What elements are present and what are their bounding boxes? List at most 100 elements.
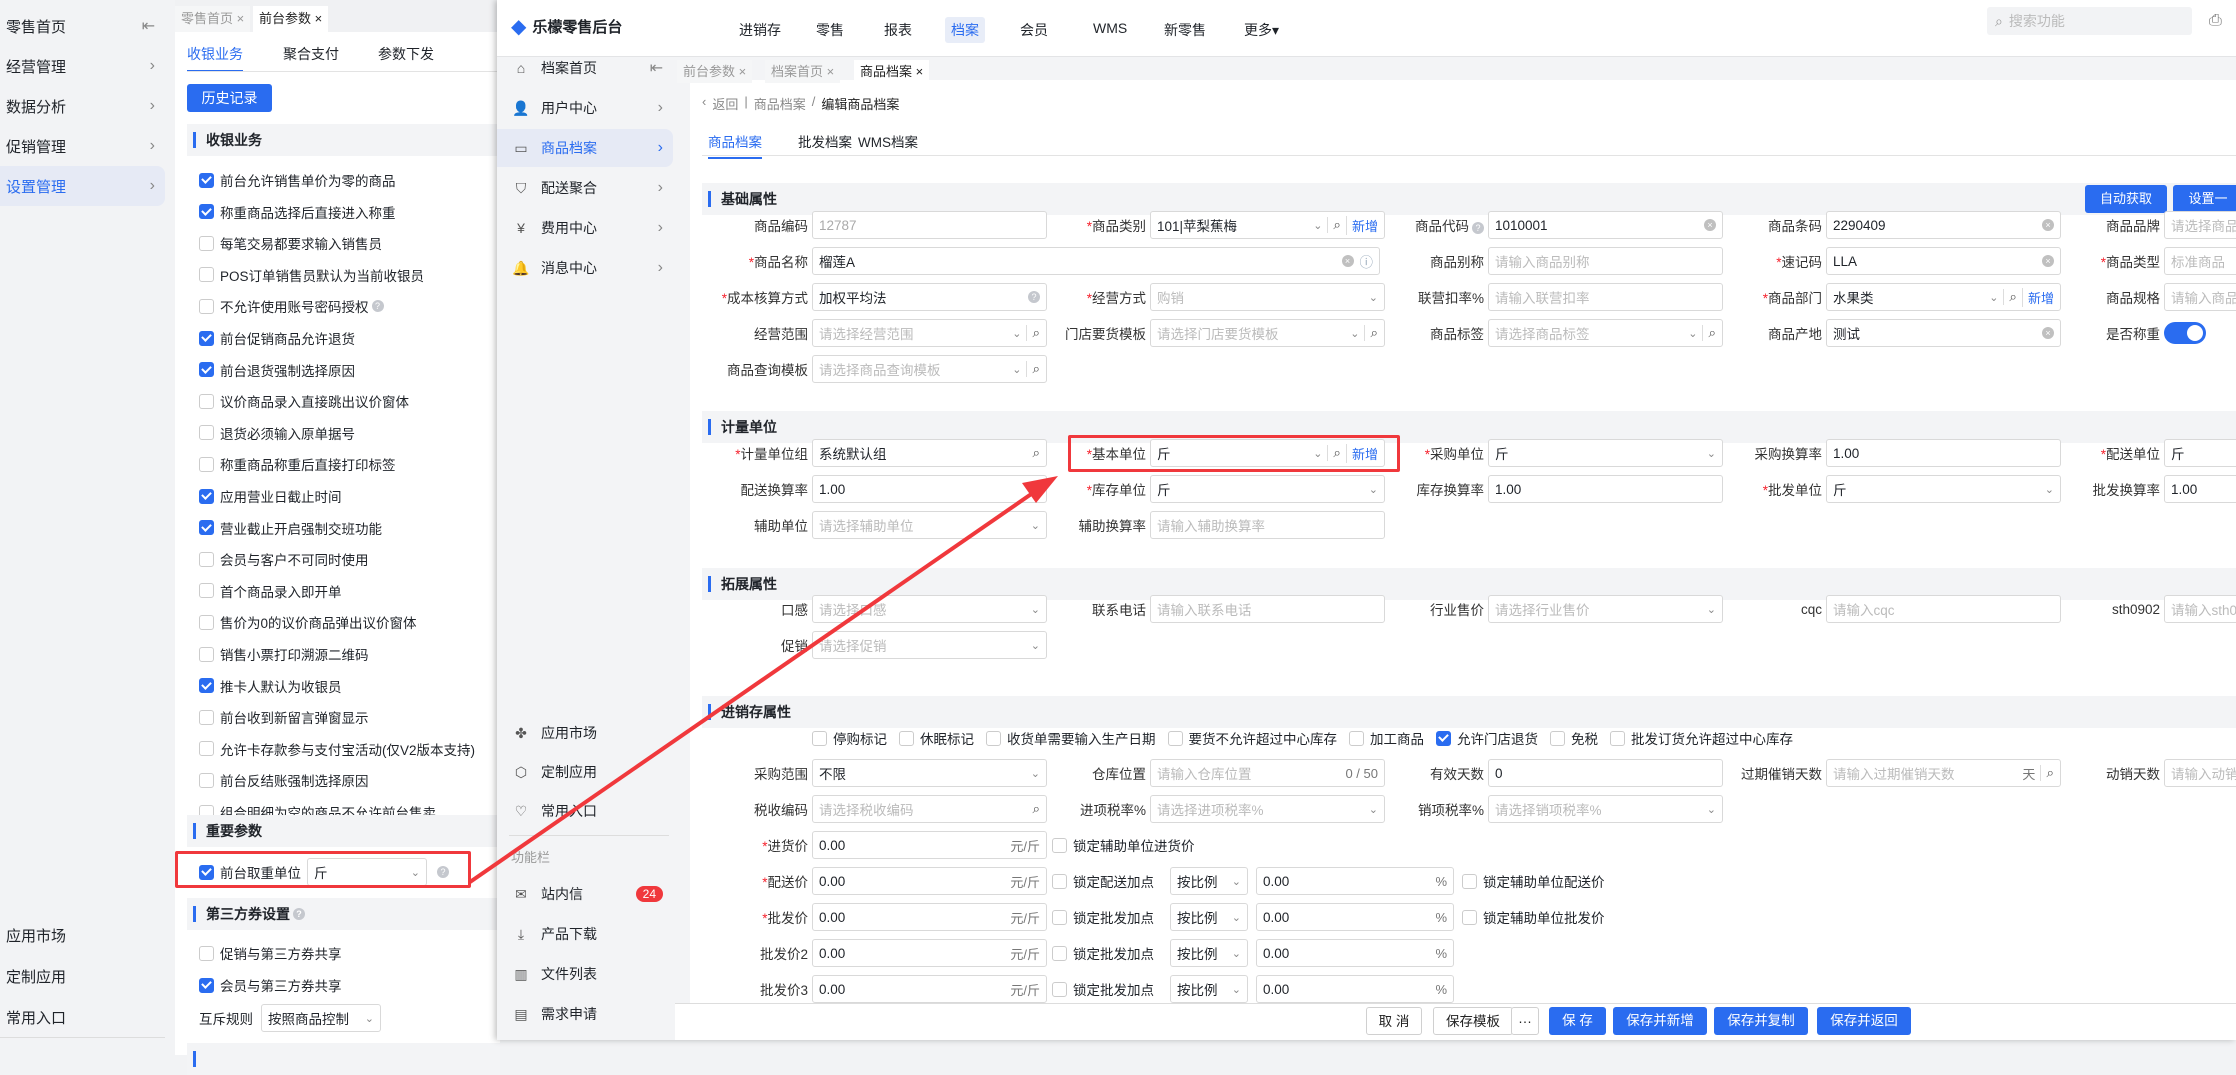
search-icon[interactable]: ⌕ xyxy=(2040,765,2054,781)
top-nav-item[interactable]: 新零售 xyxy=(1158,17,1212,43)
clear-icon[interactable]: × xyxy=(2042,327,2054,339)
flag-checkbox[interactable]: 收货单需要输入生产日期 xyxy=(986,728,1156,748)
checkbox-unchecked[interactable] xyxy=(1052,945,1067,961)
field-input[interactable]: 请选择行业售价 ⌄ xyxy=(1488,595,1723,623)
save-and-copy-button[interactable]: 保存并复制 xyxy=(1714,1007,1808,1035)
field-input[interactable]: 请输入sth0902 xyxy=(2164,595,2236,623)
chevron-down-icon[interactable]: ⌄ xyxy=(1031,767,1040,780)
field-input[interactable]: 请选择门店要货模板 ⌄ ⌕ xyxy=(1150,319,1385,347)
markup-percent-input[interactable]: 0.00% xyxy=(1256,975,1454,1003)
chevron-down-icon[interactable]: ⌄ xyxy=(1313,447,1322,460)
top-nav-item[interactable]: 更多▾ xyxy=(1238,17,1285,43)
flag-checkbox[interactable]: 加工商品 xyxy=(1349,728,1424,748)
option-checkbox[interactable]: 称重商品称重后直接打印标签 xyxy=(199,454,396,474)
checkbox-unchecked[interactable] xyxy=(899,730,914,746)
sidebar-item[interactable]: ⤓ 产品下载 xyxy=(497,915,673,953)
field-input[interactable]: 请输入动销天数 xyxy=(2164,759,2236,787)
field-input[interactable]: 1.00 xyxy=(812,475,1047,503)
sub-tab[interactable]: 批发档案 xyxy=(798,131,852,157)
markup-mode-select[interactable]: 按比例 ⌄ xyxy=(1170,903,1248,931)
clear-icon[interactable]: × xyxy=(2042,255,2054,267)
field-input[interactable]: 2290409 × xyxy=(1826,211,2061,239)
option-checkbox[interactable]: 允许卡存款参与支付宝活动(仅V2版本支持) xyxy=(199,739,475,759)
field-input[interactable]: 请输入商品规格 xyxy=(2164,283,2236,311)
checkbox-unchecked[interactable] xyxy=(1462,873,1477,889)
checkbox-unchecked[interactable] xyxy=(1052,873,1067,889)
chevron-down-icon[interactable]: ⌄ xyxy=(1031,519,1040,532)
field-input[interactable]: 请输入辅助换算率 xyxy=(1150,511,1385,539)
flag-checkbox[interactable]: 休眠标记 xyxy=(899,728,974,748)
option-checkbox[interactable]: 前台收到新留言弹窗显示 xyxy=(199,707,369,727)
field-input[interactable]: 12787 xyxy=(812,211,1047,239)
checkbox-unchecked[interactable] xyxy=(1052,837,1067,853)
save-and-return-button[interactable]: 保存并返回 xyxy=(1817,1007,1911,1035)
field-input[interactable]: 请输入cqc xyxy=(1826,595,2061,623)
checkbox-unchecked[interactable] xyxy=(1349,730,1364,746)
field-input[interactable]: 请选择商品品牌 xyxy=(2164,211,2236,239)
search-icon[interactable]: ⌕ xyxy=(1327,445,1341,461)
checkbox-checked[interactable] xyxy=(199,977,214,993)
checkbox-unchecked[interactable] xyxy=(812,730,827,746)
help-icon[interactable]: ? xyxy=(1028,291,1040,303)
field-input[interactable]: 斤 ⌄ xyxy=(1826,475,2061,503)
search-icon[interactable]: ⌕ xyxy=(1032,801,1040,817)
field-input[interactable]: 请选择辅助单位 ⌄ xyxy=(812,511,1047,539)
bg-nav-item[interactable]: 经营管理 › xyxy=(0,46,165,86)
field-input[interactable]: 请输入联系电话 xyxy=(1150,595,1385,623)
help-icon[interactable]: ? xyxy=(1472,222,1484,234)
field-input[interactable]: 1.00 xyxy=(1826,439,2061,467)
help-icon[interactable]: ? xyxy=(293,908,305,920)
search-icon[interactable]: ⌕ xyxy=(1364,325,1378,341)
option-checkbox[interactable]: 销售小票打印溯源二维码 xyxy=(199,644,369,664)
collapse-icon[interactable]: ⇤ xyxy=(650,58,663,78)
bg-subtab[interactable]: 收银业务 xyxy=(187,44,243,72)
option-checkbox[interactable]: 营业截止开启强制交班功能 xyxy=(199,518,382,538)
field-input[interactable]: 1010001 × xyxy=(1488,211,1723,239)
checkbox-unchecked[interactable] xyxy=(1550,730,1565,746)
clear-icon[interactable]: × xyxy=(1341,255,1354,267)
function-search[interactable]: ⌕ 搜索功能 xyxy=(1987,7,2192,35)
sidebar-item[interactable]: ▭ 商品档案 › xyxy=(497,129,673,167)
option-checkbox[interactable]: 会员与客户不可同时使用 xyxy=(199,549,369,569)
field-input[interactable]: 斤 ⌄ xyxy=(1488,439,1723,467)
checkbox-unchecked[interactable] xyxy=(1167,730,1183,746)
checkbox-unchecked[interactable] xyxy=(199,614,214,630)
bg-subtab[interactable]: 参数下发 xyxy=(378,44,434,64)
lock-aux-unit-checkbox[interactable]: 锁定辅助单位配送价 xyxy=(1462,867,1605,895)
page-tab[interactable]: 前台参数 × xyxy=(677,60,753,83)
field-input[interactable]: LLA × xyxy=(1826,247,2061,275)
bg-nav-item[interactable]: 促销管理 › xyxy=(0,126,165,166)
checkbox-unchecked[interactable] xyxy=(199,393,214,409)
checkbox-checked[interactable] xyxy=(199,678,214,694)
checkbox-unchecked[interactable] xyxy=(199,456,214,472)
bg-nav-bottom-item[interactable]: 常用入口 xyxy=(0,997,165,1037)
top-nav-item[interactable]: 进销存 xyxy=(733,17,787,43)
back-link[interactable]: ‹ xyxy=(702,94,706,113)
lock-aux-unit-checkbox[interactable]: 锁定辅助单位批发价 xyxy=(1462,903,1605,931)
field-input[interactable]: 0.00 元/斤 xyxy=(812,903,1047,931)
top-nav-item[interactable]: 零售 xyxy=(810,17,850,43)
checkbox-checked[interactable] xyxy=(199,172,214,188)
chevron-down-icon[interactable]: ⌄ xyxy=(1012,363,1021,376)
markup-percent-input[interactable]: 0.00% xyxy=(1256,867,1454,895)
close-icon[interactable]: × xyxy=(735,64,747,79)
field-input[interactable]: 水果类 ⌄ ⌕ 新增 xyxy=(1826,283,2061,311)
flag-checkbox[interactable]: 要货不允许超过中心库存 xyxy=(1167,728,1337,748)
field-input[interactable]: 请输入商品别称 xyxy=(1488,247,1723,275)
sidebar-item[interactable]: 👤 用户中心 › xyxy=(497,89,673,127)
search-icon[interactable]: ⌕ xyxy=(1026,325,1040,341)
field-input[interactable]: 请选择经营范围 ⌄ ⌕ xyxy=(812,319,1047,347)
option-checkbox[interactable]: 首个商品录入即开单 xyxy=(199,581,342,601)
sub-tab[interactable]: WMS档案 xyxy=(858,131,918,157)
chevron-down-icon[interactable]: ⌄ xyxy=(1688,327,1697,340)
checkbox-checked[interactable] xyxy=(199,330,214,346)
checkbox-checked[interactable] xyxy=(199,864,214,880)
search-icon[interactable]: ⌕ xyxy=(1032,445,1040,461)
search-icon[interactable]: ⌕ xyxy=(1327,217,1341,233)
close-icon[interactable]: × xyxy=(912,64,924,79)
close-icon[interactable]: × xyxy=(823,64,835,79)
checkbox-checked[interactable] xyxy=(199,520,214,536)
top-nav-item[interactable]: 报表 xyxy=(878,17,918,43)
checkbox-unchecked[interactable] xyxy=(199,235,214,251)
bg-subtab[interactable]: 聚合支付 xyxy=(283,44,339,64)
